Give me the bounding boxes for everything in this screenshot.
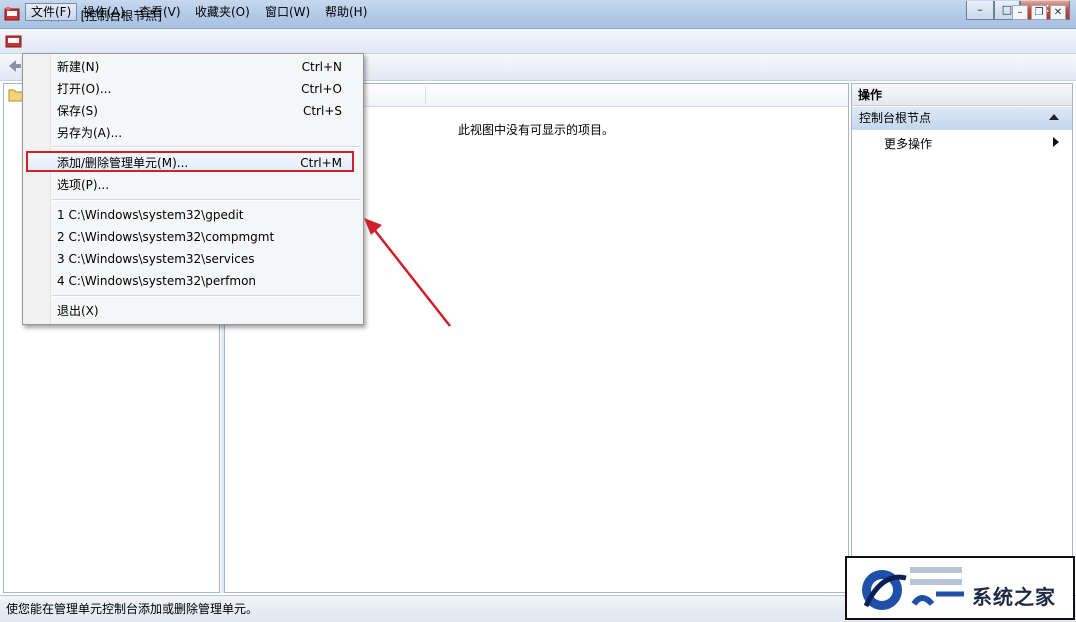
menu-icon-gutter [23, 54, 51, 324]
menu-separator [52, 295, 360, 297]
shortcut-save: Ctrl+S [302, 104, 342, 118]
collapse-up-icon[interactable] [1049, 114, 1059, 120]
annotation-arrow-icon [364, 218, 451, 327]
file-menu-open[interactable]: 打开(O)... [57, 82, 111, 96]
file-menu-new[interactable]: 新建(N) [57, 60, 99, 74]
mdi-restore-button[interactable]: ❐ [1031, 5, 1047, 20]
file-menu-options[interactable]: 选项(P)... [57, 178, 109, 192]
empty-view-message: 此视图中没有可显示的项目。 [458, 123, 615, 137]
submenu-arrow-icon [1053, 137, 1059, 147]
menu-help[interactable]: 帮助(H) [320, 3, 372, 21]
menu-view[interactable]: 查看(V) [134, 3, 186, 21]
actions-pane-title: 操作 [852, 84, 1072, 106]
file-menu-recent-1[interactable]: 1 C:\Windows\system32\gpedit [57, 208, 244, 222]
column-divider[interactable] [425, 86, 426, 104]
file-menu-save[interactable]: 保存(S) [57, 104, 98, 118]
mdi-minimize-button[interactable]: – [1012, 5, 1028, 20]
shortcut-new: Ctrl+N [301, 60, 342, 74]
menu-action[interactable]: 操作(A) [78, 3, 130, 21]
actions-pane [851, 83, 1073, 593]
actions-section-console-root[interactable]: 控制台根节点 [852, 107, 1072, 130]
window-minimize-button[interactable]: – [966, 1, 994, 20]
console-menu-icon[interactable] [5, 33, 23, 49]
shortcut-add-remove-snapin: Ctrl+M [300, 156, 342, 170]
more-actions-item[interactable]: 更多操作 [884, 135, 932, 152]
console-app-icon [4, 7, 20, 21]
menu-separator [52, 199, 360, 201]
status-text: 使您能在管理单元控制台添加或删除管理单元。 [6, 602, 259, 616]
file-menu-add-remove-snapin[interactable]: 添加/删除管理单元(M)... [57, 156, 188, 170]
menu-bar [0, 29, 1076, 54]
menu-separator [52, 146, 360, 148]
watermark-logo-icon [862, 567, 964, 610]
file-menu-save-as[interactable]: 另存为(A)... [57, 126, 122, 140]
menu-window[interactable]: 窗口(W) [260, 3, 315, 21]
back-arrow-icon[interactable] [6, 58, 22, 74]
file-menu-exit[interactable]: 退出(X) [57, 304, 99, 318]
file-menu-recent-2[interactable]: 2 C:\Windows\system32\compmgmt [57, 230, 274, 244]
file-menu-recent-4[interactable]: 4 C:\Windows\system32\perfmon [57, 274, 256, 288]
watermark-text: 系统之家 [972, 585, 1056, 609]
menu-file[interactable]: 文件(F) [25, 3, 78, 21]
file-menu-recent-3[interactable]: 3 C:\Windows\system32\services [57, 252, 254, 266]
menu-favorites[interactable]: 收藏夹(O) [190, 3, 255, 21]
shortcut-open: Ctrl+O [301, 82, 342, 96]
mdi-close-button[interactable]: ✕ [1050, 5, 1066, 20]
